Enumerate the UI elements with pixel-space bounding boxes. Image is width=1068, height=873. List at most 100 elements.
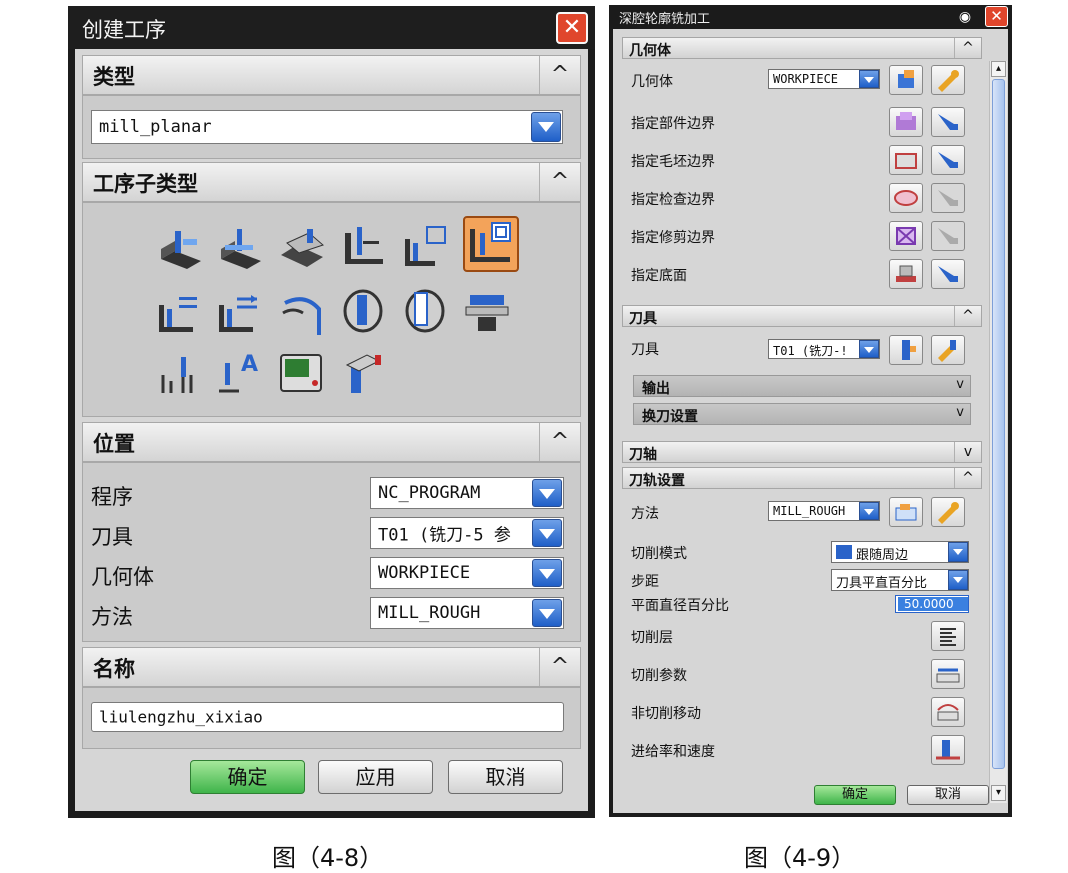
type-select[interactable]: mill_planar [91, 110, 563, 144]
flashlight-icon[interactable] [931, 107, 965, 137]
geometry-select[interactable]: WORKPIECE [768, 69, 880, 89]
cut-params-icon[interactable] [931, 659, 965, 689]
cut-levels-icon[interactable] [931, 621, 965, 651]
cleanup-corners-icon[interactable] [159, 297, 197, 332]
non-cut-moves-icon[interactable] [931, 697, 965, 727]
planar-text-a-icon[interactable]: A [219, 352, 258, 393]
title-bar[interactable]: 创建工序 ✕ [68, 6, 595, 49]
title-bar[interactable]: 深腔轮廓铣加工 ◉ ✕ [609, 5, 1012, 29]
collapse-icon[interactable]: ^ [539, 423, 580, 461]
flashlight-disabled-icon[interactable] [931, 221, 965, 251]
dropdown-icon[interactable] [948, 570, 968, 590]
cut-mode-select[interactable]: 跟随周边 [831, 541, 969, 563]
ok-button[interactable]: 确定 [814, 785, 896, 805]
dropdown-icon[interactable] [859, 502, 879, 520]
thread-milling-icon[interactable] [465, 295, 509, 331]
groove-milling-icon[interactable] [343, 289, 383, 333]
subtype-section-header[interactable]: 工序子类型 ^ [82, 162, 581, 202]
method-select[interactable]: MILL_ROUGH [768, 501, 880, 521]
scroll-thumb[interactable] [992, 79, 1005, 769]
dropdown-icon[interactable] [532, 479, 562, 507]
eye-icon[interactable]: ◉ [955, 8, 975, 26]
stepover-select[interactable]: 刀具平直百分比 [831, 569, 969, 591]
percent-diameter-input[interactable]: 50.0000 [895, 595, 969, 613]
geometry-section-header[interactable]: 几何体 ^ [622, 37, 982, 59]
blank-boundary-select-icon[interactable] [889, 145, 923, 175]
type-section-label: 类型 [93, 65, 135, 89]
scroll-down-icon[interactable]: ▾ [991, 785, 1006, 801]
geometry-select-value: WORKPIECE [773, 72, 839, 86]
ok-button[interactable]: 确定 [190, 760, 305, 794]
edit-tool-icon[interactable] [931, 335, 965, 365]
percent-diameter-value: 50.0000 [898, 597, 968, 611]
location-panel: 程序 NC_PROGRAM 刀具 T01 (铣刀-5 参 几何体 WORKPIE… [82, 462, 581, 642]
finish-floor-icon[interactable] [282, 297, 321, 335]
floor-select-icon[interactable] [889, 259, 923, 289]
floor-wall-is-icon[interactable] [221, 229, 261, 269]
tool-select[interactable]: T01 (铣刀-! [768, 339, 880, 359]
apply-button[interactable]: 应用 [318, 760, 433, 794]
geometry-select[interactable]: WORKPIECE [370, 557, 564, 589]
name-section-header[interactable]: 名称 ^ [82, 647, 581, 687]
flashlight-disabled-icon[interactable] [931, 183, 965, 213]
type-section-header[interactable]: 类型 ^ [82, 55, 581, 95]
mill-user-icon[interactable] [345, 354, 381, 393]
selected-subtype-icon[interactable] [463, 216, 519, 272]
expand-icon[interactable]: v [956, 405, 964, 420]
part-boundary-select-icon[interactable] [889, 107, 923, 137]
dropdown-icon[interactable] [532, 599, 562, 627]
non-cut-moves-label: 非切削移动 [631, 706, 701, 722]
scrollbar[interactable]: ▴ ▾ [989, 61, 1007, 803]
hole-milling-icon[interactable] [405, 289, 445, 333]
dropdown-icon[interactable] [859, 70, 879, 88]
finish-walls-icon[interactable] [219, 295, 257, 332]
edit-wrench-icon[interactable] [931, 497, 965, 527]
new-method-icon[interactable] [889, 497, 923, 527]
tool-select[interactable]: T01 (铣刀-5 参 [370, 517, 564, 549]
dropdown-icon[interactable] [859, 340, 879, 358]
dropdown-icon[interactable] [532, 559, 562, 587]
expand-icon[interactable]: v [954, 442, 981, 462]
mill-control-icon[interactable] [280, 354, 322, 392]
edit-wrench-icon[interactable] [931, 65, 965, 95]
feeds-speeds-icon[interactable] [931, 735, 965, 765]
cancel-button[interactable]: 取消 [907, 785, 989, 805]
name-input[interactable]: liulengzhu_xixiao [91, 702, 564, 732]
tool-axis-section-header[interactable]: 刀轴 v [622, 441, 982, 463]
trim-boundary-select-icon[interactable] [889, 221, 923, 251]
geometry-select-value: WORKPIECE [378, 563, 471, 583]
planar-text-icon[interactable] [161, 357, 193, 393]
location-section-header[interactable]: 位置 ^ [82, 422, 581, 462]
output-subsection[interactable]: 输出 v [633, 375, 971, 397]
close-button[interactable]: ✕ [985, 6, 1008, 27]
close-button[interactable]: ✕ [556, 12, 588, 44]
new-tool-icon[interactable] [889, 335, 923, 365]
dropdown-icon[interactable] [531, 112, 561, 142]
new-geometry-icon[interactable] [889, 65, 923, 95]
cut-params-label: 切削参数 [631, 668, 687, 684]
scroll-up-icon[interactable]: ▴ [991, 61, 1006, 77]
tool-change-subsection[interactable]: 换刀设置 v [633, 403, 971, 425]
program-select[interactable]: NC_PROGRAM [370, 477, 564, 509]
path-settings-section-header[interactable]: 刀轨设置 ^ [622, 467, 982, 489]
cancel-button[interactable]: 取消 [448, 760, 563, 794]
collapse-icon[interactable]: ^ [954, 38, 981, 58]
collapse-icon[interactable]: ^ [954, 306, 981, 326]
tool-section-header[interactable]: 刀具 ^ [622, 305, 982, 327]
face-milling-icon[interactable] [281, 229, 324, 267]
method-select[interactable]: MILL_ROUGH [370, 597, 564, 629]
flashlight-icon[interactable] [931, 259, 965, 289]
collapse-icon[interactable]: ^ [539, 648, 580, 686]
dialog-body: 类型 ^ mill_planar 工序子类型 ^ A 位置 ^ 程序 NC_PR… [75, 49, 588, 811]
collapse-icon[interactable]: ^ [954, 468, 981, 488]
dropdown-icon[interactable] [532, 519, 562, 547]
floor-wall-icon[interactable] [161, 231, 201, 269]
expand-icon[interactable]: v [956, 377, 964, 392]
collapse-icon[interactable]: ^ [539, 163, 580, 201]
planar-profile-icon[interactable] [405, 226, 446, 266]
flashlight-icon[interactable] [931, 145, 965, 175]
collapse-icon[interactable]: ^ [539, 56, 580, 94]
planar-mill-icon[interactable] [345, 227, 383, 264]
dropdown-icon[interactable] [948, 542, 968, 562]
check-boundary-select-icon[interactable] [889, 183, 923, 213]
